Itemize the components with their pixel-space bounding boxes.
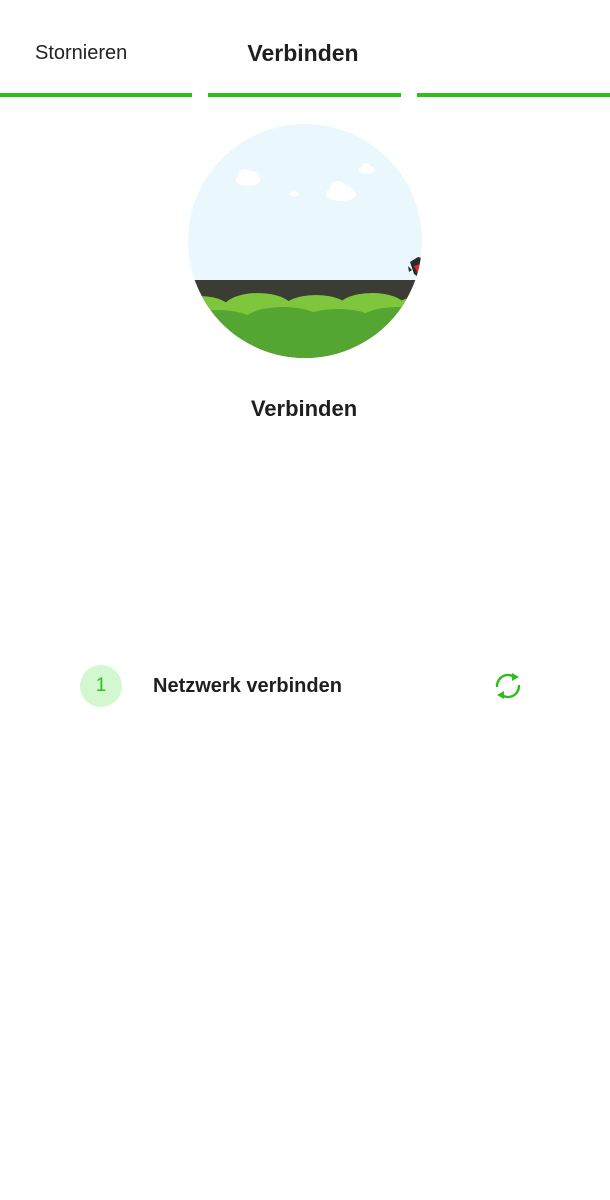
step-progress-bar xyxy=(0,93,610,98)
step-item: 1 Netzwerk verbinden xyxy=(80,665,530,707)
landscape-illustration-svg xyxy=(188,124,422,358)
step-label: Netzwerk verbinden xyxy=(153,675,342,697)
cloud-icon xyxy=(289,191,299,197)
header: Stornieren Verbinden xyxy=(0,0,610,98)
page-title: Verbinden xyxy=(247,40,359,66)
bushes-front xyxy=(188,307,422,358)
step-number-badge: 1 xyxy=(80,665,122,707)
section-title: Verbinden xyxy=(250,396,358,421)
progress-segment-1 xyxy=(0,93,192,97)
progress-segment-3 xyxy=(417,93,610,97)
landscape-illustration xyxy=(188,124,422,358)
refresh-icon[interactable] xyxy=(491,669,525,703)
progress-segment-2 xyxy=(208,93,401,97)
connect-screen: Stornieren Verbinden Verbinden 1 Netzwer… xyxy=(0,0,610,1200)
